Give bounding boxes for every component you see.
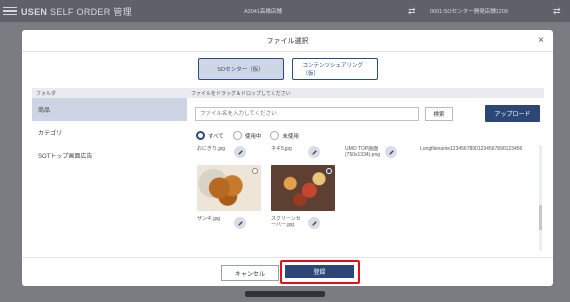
pencil-icon[interactable] (385, 146, 397, 158)
store-name: A3041高橋店舗 (244, 9, 282, 15)
pencil-icon[interactable] (308, 146, 320, 158)
filter-unused[interactable]: 未使用 (270, 131, 299, 140)
folder-column-header: フォルダ (32, 88, 187, 98)
register-highlight: 登録 (280, 260, 360, 284)
pencil-icon[interactable] (308, 217, 320, 229)
file-name: おにぎり.jpg (197, 146, 226, 152)
search-row: 検索 アップロード (195, 105, 540, 122)
scrollbar[interactable] (539, 145, 542, 251)
terminal-name: 0001:SOセンター開発店舗1209 (430, 9, 508, 15)
folder-item-products[interactable]: 商品 (32, 98, 187, 121)
swap-icon[interactable]: ⇄ (408, 6, 416, 17)
file-name: ザンギ.jpg (197, 216, 221, 222)
folder-item-top-ads[interactable]: SOTトップ画面広告 (32, 144, 187, 167)
file-panel: 検索 アップロード すべて 使用中 未使用 おにぎり.jpg ネギ5.jpg U… (192, 98, 544, 251)
dialog-footer: キャンセル 登録 (22, 257, 553, 286)
background-element (245, 291, 325, 297)
search-input[interactable] (195, 107, 419, 121)
filter-in-use[interactable]: 使用中 (232, 131, 262, 140)
filter-all[interactable]: すべて (196, 131, 224, 140)
source-tabs: SOセンター（仮） コンテンツシェアリング（仮） (22, 58, 553, 80)
file-name: スクリーンセ ーバー.jpg (271, 216, 301, 228)
radio-checked-icon (196, 131, 205, 140)
pencil-icon[interactable] (234, 217, 246, 229)
app-header: USEN SELF ORDER 管理 A3041高橋店舗 ⇄ 0001:SOセン… (0, 0, 570, 22)
filter-label: 使用中 (244, 133, 262, 140)
upload-button[interactable]: アップロード (485, 105, 540, 122)
select-checkbox[interactable] (252, 168, 258, 174)
search-button[interactable]: 検索 (425, 107, 453, 121)
file-name: ネギ5.jpg (271, 146, 292, 152)
tab-so-center[interactable]: SOセンター（仮） (197, 58, 284, 80)
drop-zone-header: ファイルをドラッグ＆ドロップしてください (187, 88, 544, 98)
select-checkbox[interactable] (326, 168, 332, 174)
register-button[interactable]: 登録 (285, 265, 354, 278)
file-grid: おにぎり.jpg ネギ5.jpg UMO TOP画面 (750x1334).pn… (194, 145, 544, 251)
file-thumbnail[interactable] (197, 165, 261, 211)
folder-list: 商品 カテゴリ SOTトップ画面広告 (32, 98, 187, 167)
radio-unchecked-icon (270, 131, 280, 140)
close-icon[interactable]: × (535, 35, 547, 47)
hamburger-menu-icon[interactable] (3, 6, 17, 16)
swap-icon[interactable]: ⇄ (553, 6, 561, 17)
tab-content-sharing[interactable]: コンテンツシェアリング（仮） (291, 58, 378, 80)
dialog-title: ファイル選択 (266, 37, 309, 45)
file-select-dialog: ファイル選択 × SOセンター（仮） コンテンツシェアリング（仮） フォルダ フ… (22, 30, 553, 286)
file-name: UMO TOP画面 (750x1334).png (345, 146, 381, 158)
usage-filter: すべて 使用中 未使用 (196, 131, 299, 140)
file-thumbnail[interactable] (271, 165, 335, 211)
dialog-body: フォルダ ファイルをドラッグ＆ドロップしてください 商品 カテゴリ SOTトップ… (32, 88, 544, 251)
file-name: Longfilename12345678901234567890123456 (420, 146, 523, 152)
folder-item-category[interactable]: カテゴリ (32, 121, 187, 144)
pencil-icon[interactable] (234, 146, 246, 158)
app-title: USEN SELF ORDER 管理 (21, 6, 132, 17)
cancel-button[interactable]: キャンセル (221, 265, 279, 281)
filter-label: 未使用 (282, 133, 299, 140)
dialog-header: ファイル選択 × (22, 30, 553, 52)
filter-label: すべて (208, 133, 224, 140)
radio-unchecked-icon (232, 131, 242, 140)
scrollbar-thumb[interactable] (539, 205, 542, 230)
